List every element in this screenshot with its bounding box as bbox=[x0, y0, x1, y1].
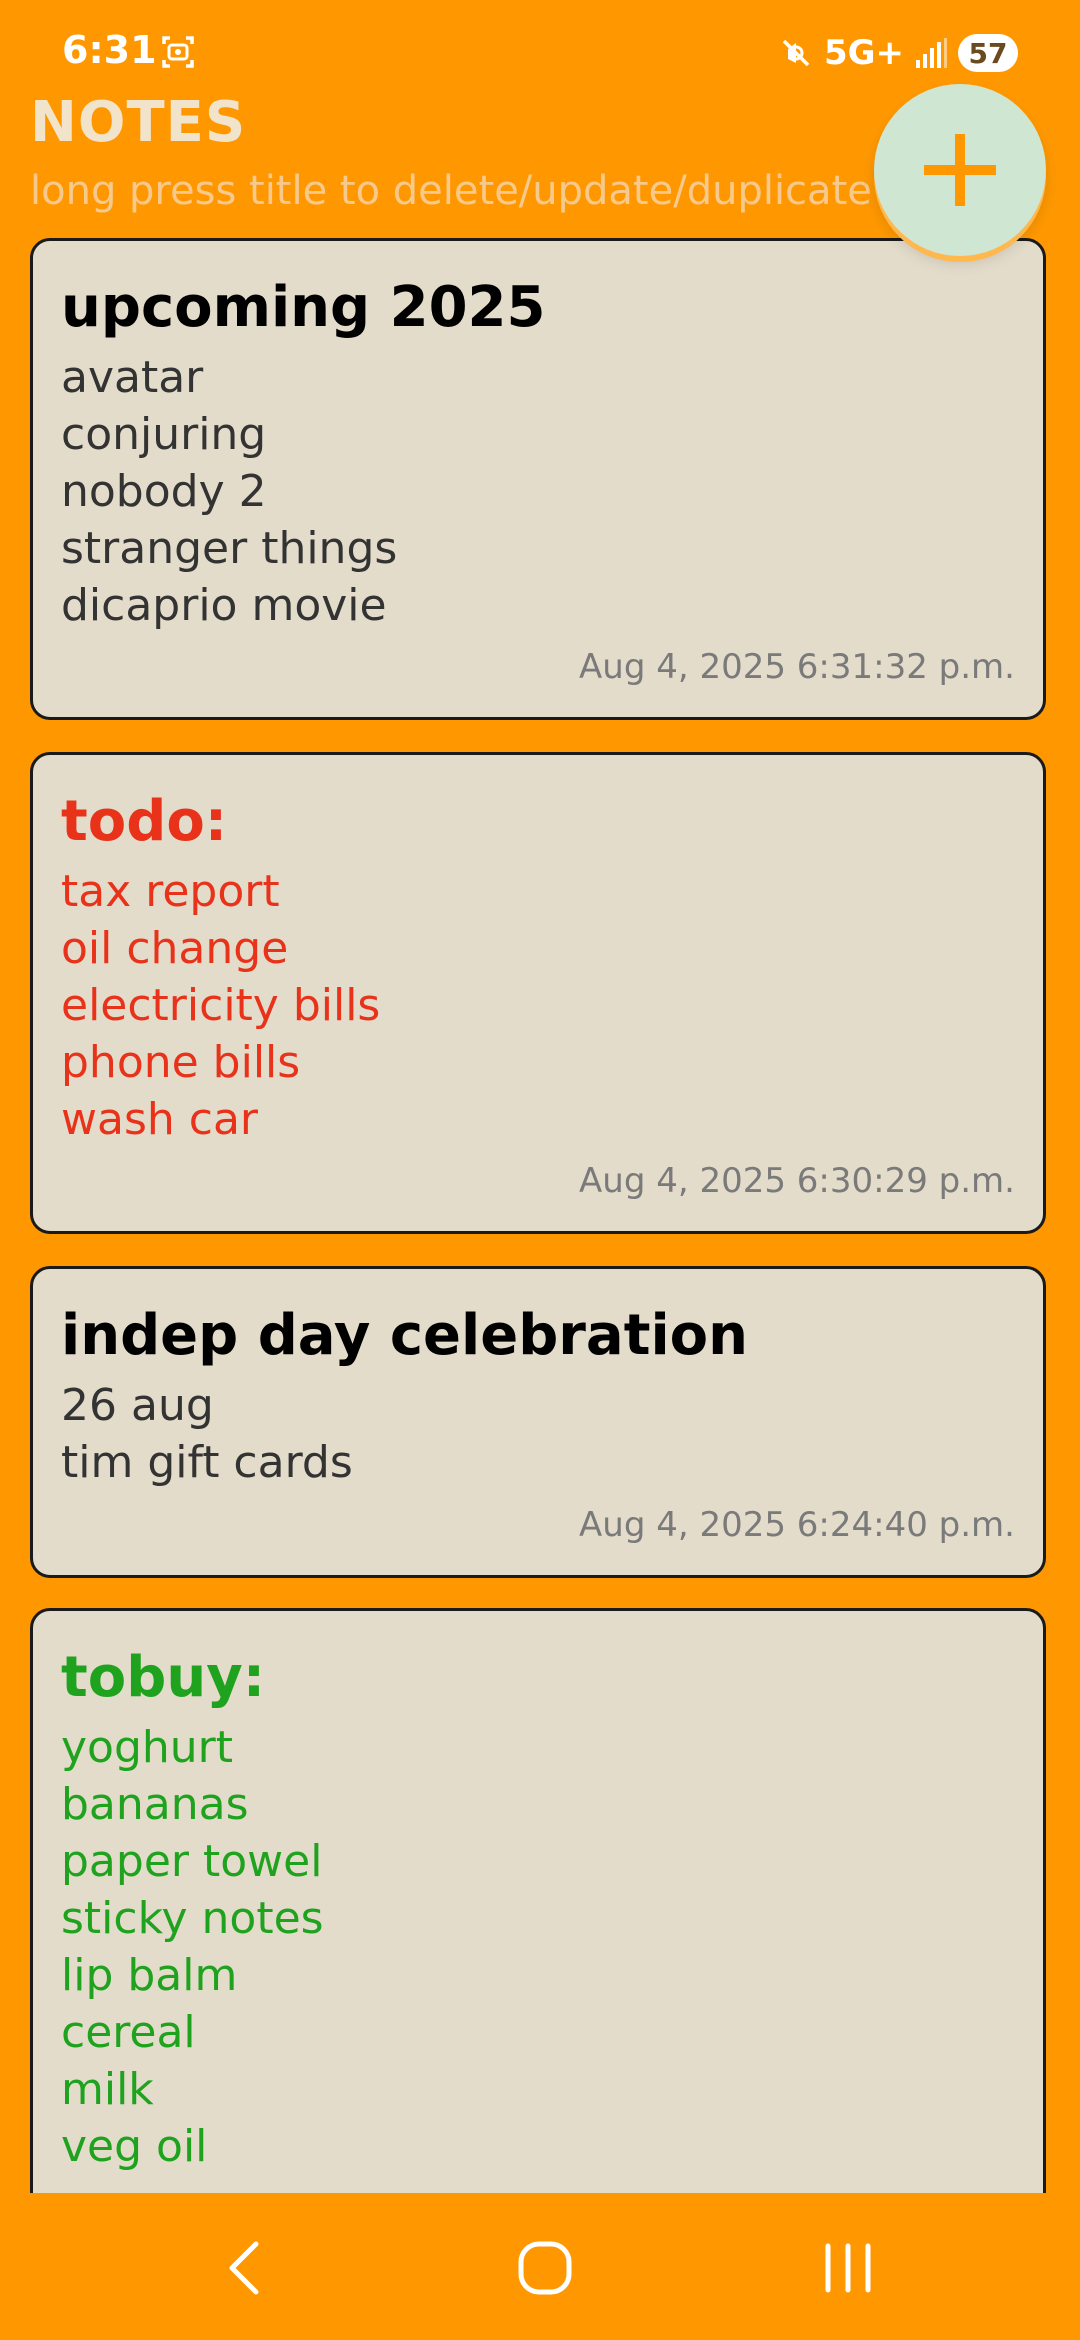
note-card[interactable]: tobuy: yoghurt bananas paper towel stick… bbox=[30, 1608, 1046, 2228]
signal-icon bbox=[916, 38, 947, 68]
home-icon bbox=[518, 2241, 572, 2295]
status-time: 6:31 bbox=[62, 28, 157, 72]
back-button[interactable] bbox=[205, 2233, 285, 2303]
app-title: NOTES bbox=[30, 90, 247, 155]
note-card[interactable]: todo: tax report oil change electricity … bbox=[30, 752, 1046, 1234]
note-timestamp: Aug 4, 2025 6:24:40 p.m. bbox=[579, 1505, 1015, 1545]
note-line: wash car bbox=[61, 1094, 258, 1145]
note-title[interactable]: upcoming 2025 bbox=[61, 275, 1015, 341]
back-icon bbox=[229, 2241, 259, 2295]
note-line: phone bills bbox=[61, 1037, 301, 1088]
note-body: 26 aug tim gift cards bbox=[61, 1377, 1015, 1491]
screenshot-icon bbox=[162, 36, 194, 68]
note-line: electricity bills bbox=[61, 980, 381, 1031]
note-line: veg oil bbox=[61, 2121, 208, 2172]
note-timestamp: Aug 4, 2025 6:30:29 p.m. bbox=[579, 1161, 1015, 1201]
note-line: 26 aug bbox=[61, 1380, 214, 1431]
battery-indicator: 57 bbox=[958, 34, 1018, 72]
app-hint: long press title to delete/update/duplic… bbox=[30, 168, 872, 214]
note-card[interactable]: upcoming 2025 avatar conjuring nobody 2 … bbox=[30, 238, 1046, 720]
note-body: avatar conjuring nobody 2 stranger thing… bbox=[61, 349, 1015, 634]
mute-icon bbox=[782, 39, 810, 67]
status-right: 5G+ 57 bbox=[778, 28, 1018, 78]
note-timestamp: Aug 4, 2025 6:31:32 p.m. bbox=[579, 647, 1015, 687]
home-button[interactable] bbox=[505, 2233, 585, 2303]
recents-icon bbox=[825, 2243, 871, 2293]
note-title[interactable]: tobuy: bbox=[61, 1645, 1015, 1711]
note-line: sticky notes bbox=[61, 1893, 324, 1944]
note-line: nobody 2 bbox=[61, 466, 267, 517]
note-line: oil change bbox=[61, 923, 289, 974]
note-line: paper towel bbox=[61, 1836, 323, 1887]
note-line: bananas bbox=[61, 1779, 249, 1830]
note-title[interactable]: indep day celebration bbox=[61, 1303, 1015, 1369]
note-card[interactable]: indep day celebration 26 aug tim gift ca… bbox=[30, 1266, 1046, 1578]
note-line: avatar bbox=[61, 352, 204, 403]
note-line: yoghurt bbox=[61, 1722, 234, 1773]
note-line: lip balm bbox=[61, 1950, 238, 2001]
navigation-bar bbox=[0, 2193, 1080, 2340]
note-body: tax report oil change electricity bills … bbox=[61, 863, 1015, 1148]
note-body: yoghurt bananas paper towel sticky notes… bbox=[61, 1719, 1015, 2175]
recents-button[interactable] bbox=[808, 2233, 888, 2303]
battery-level: 57 bbox=[968, 36, 1008, 70]
note-line: dicaprio movie bbox=[61, 580, 387, 631]
note-line: stranger things bbox=[61, 523, 398, 574]
network-type: 5G+ bbox=[823, 33, 904, 73]
add-note-button[interactable] bbox=[874, 84, 1046, 256]
note-line: tim gift cards bbox=[61, 1437, 353, 1488]
note-line: conjuring bbox=[61, 409, 267, 460]
plus-icon bbox=[924, 134, 996, 206]
note-title[interactable]: todo: bbox=[61, 789, 1015, 855]
screen: 6:31 5G+ 57 NOTES long press title to de… bbox=[0, 0, 1080, 2340]
note-line: milk bbox=[61, 2064, 154, 2115]
note-line: tax report bbox=[61, 866, 280, 917]
note-line: cereal bbox=[61, 2007, 196, 2058]
status-bar: 6:31 5G+ 57 bbox=[0, 0, 1080, 100]
